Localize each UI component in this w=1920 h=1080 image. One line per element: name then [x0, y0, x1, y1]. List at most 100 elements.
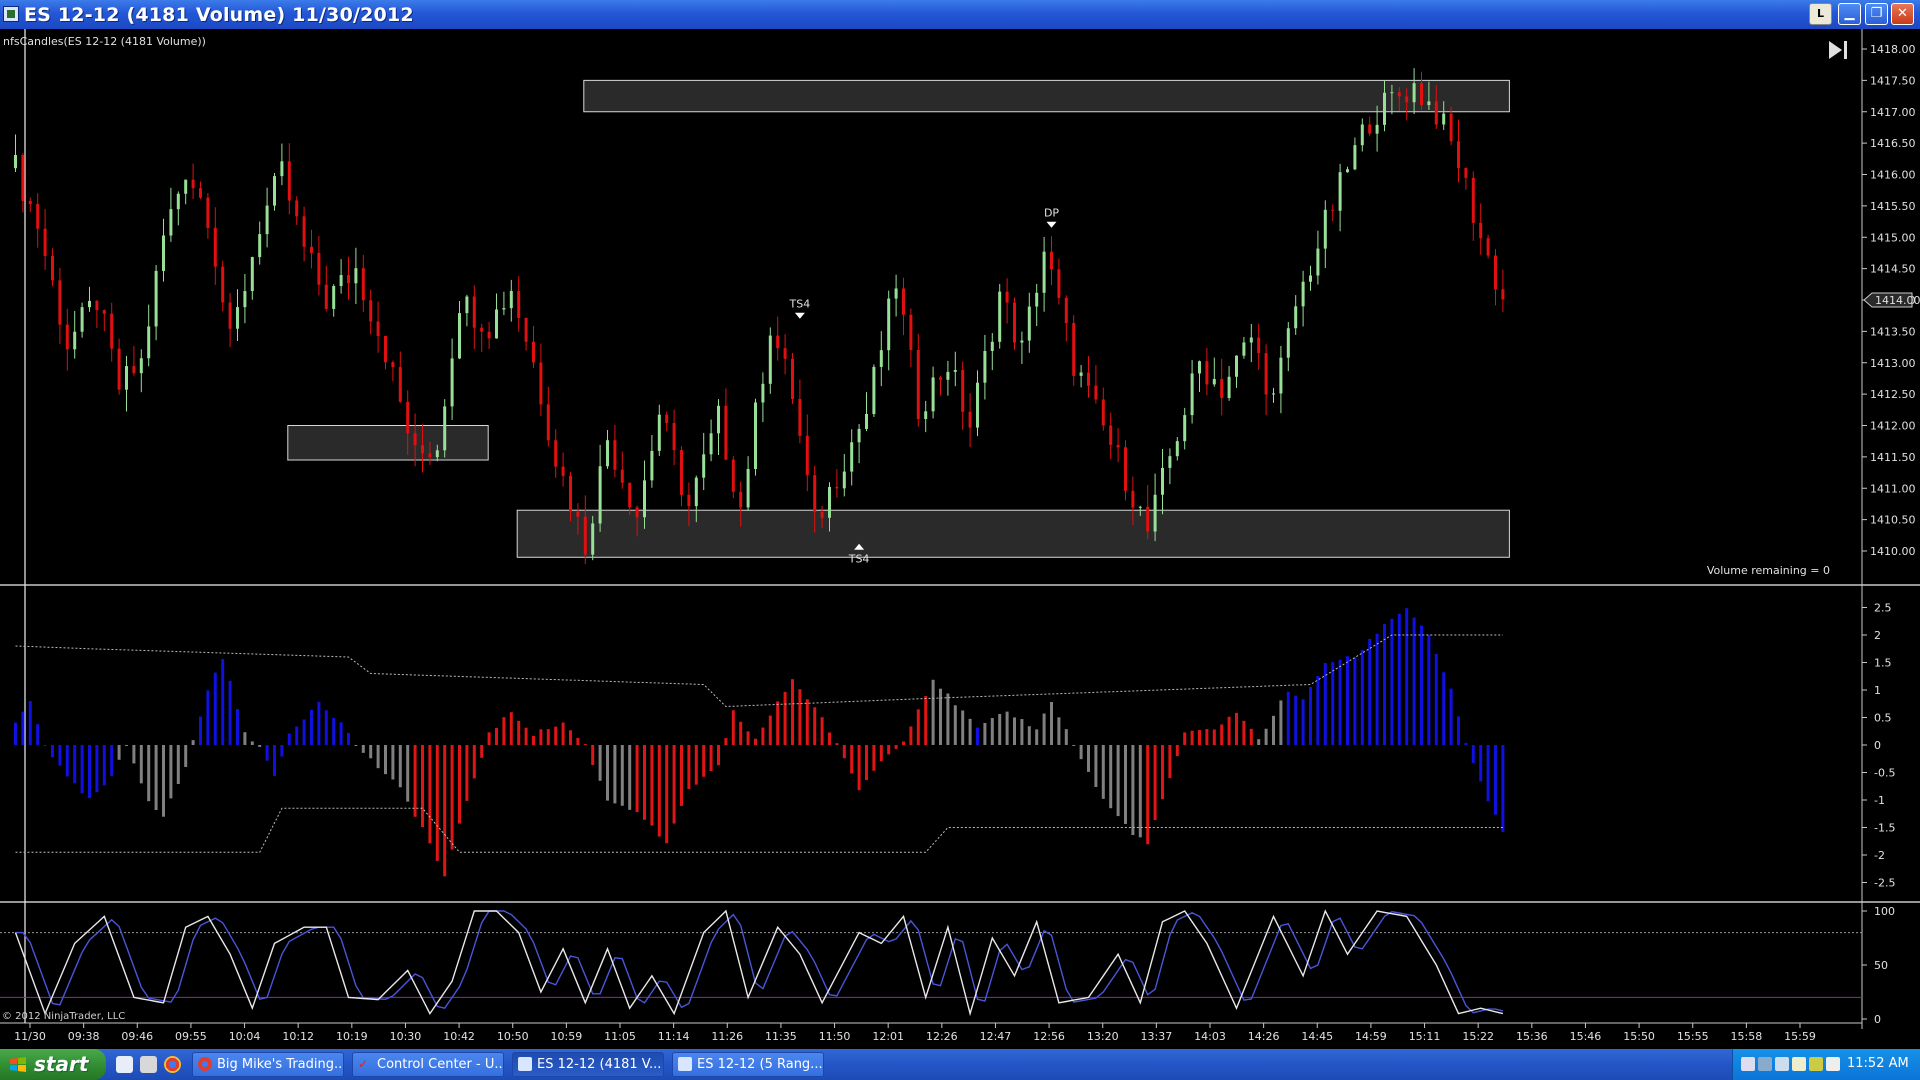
candle-bull: [1286, 328, 1290, 358]
candle-bear: [791, 358, 794, 400]
candle-bull: [998, 291, 1002, 342]
time-tick-label: 14:45: [1301, 1030, 1333, 1043]
histogram-bar: [495, 728, 498, 745]
candle-bull: [1272, 393, 1275, 395]
histogram-bar: [1050, 701, 1053, 745]
volume-remaining-label: Volume remaining = 0: [1707, 564, 1830, 577]
stoch-tick-label: 0: [1874, 1013, 1881, 1026]
histogram-bar: [539, 729, 543, 745]
histogram-bar: [546, 729, 550, 745]
task-control-center[interactable]: ✓ Control Center - U...: [352, 1052, 504, 1077]
candle-bull: [650, 450, 654, 481]
network-icon[interactable]: [1758, 1057, 1772, 1071]
candle-bull: [924, 411, 928, 420]
histogram-bar: [110, 745, 114, 777]
hist-tick-label: -2.5: [1874, 877, 1895, 890]
histogram-bar: [569, 730, 572, 745]
start-button[interactable]: start: [0, 1049, 106, 1080]
candle-bear: [1050, 251, 1053, 270]
candle-bull: [443, 406, 447, 451]
histogram-bar: [1397, 613, 1401, 745]
candle-bear: [539, 362, 543, 405]
histogram-bar: [1072, 745, 1076, 746]
time-tick-label: 13:20: [1087, 1030, 1119, 1043]
candle-bull: [702, 454, 706, 478]
histogram-bar: [65, 745, 69, 777]
link-button[interactable]: L: [1809, 3, 1832, 25]
histogram-bar: [1116, 745, 1120, 817]
histogram-bar: [813, 707, 817, 745]
candle-bear: [569, 475, 572, 512]
histogram-bar: [206, 690, 210, 745]
candle-bear: [102, 310, 106, 314]
candle-bull: [435, 450, 439, 458]
candle-bull: [1027, 306, 1031, 341]
histogram-bar: [1057, 717, 1061, 745]
hist-tick-label: -1.5: [1874, 822, 1895, 835]
candle-bear: [1146, 506, 1150, 532]
candle-bear: [36, 204, 40, 229]
candle-bull: [887, 298, 891, 351]
histogram-bar: [1301, 699, 1305, 745]
candle-bear: [472, 296, 476, 328]
histogram-bar: [317, 701, 321, 745]
stoch-k-line: [14, 909, 1504, 1017]
quick-launch-icon[interactable]: [140, 1056, 157, 1073]
speaker-icon[interactable]: [1792, 1057, 1806, 1071]
candle-bear: [902, 288, 905, 315]
tray-icon[interactable]: [1809, 1057, 1823, 1071]
histogram-bar: [243, 732, 247, 745]
price-tick-label: 1416.00: [1870, 169, 1916, 182]
candle-bear: [1479, 222, 1483, 239]
task-es-4181-volume[interactable]: ES 12-12 (4181 V...: [512, 1052, 664, 1077]
histogram-bar: [554, 726, 558, 745]
tray-icon[interactable]: [1775, 1057, 1789, 1071]
price-tick-label: 1411.00: [1870, 482, 1916, 495]
close-button[interactable]: ✕: [1891, 3, 1914, 25]
candle-bear: [58, 280, 62, 325]
time-tick-label: 15:58: [1731, 1030, 1763, 1043]
stoch-tick-label: 50: [1874, 959, 1888, 972]
candle-bear: [1005, 291, 1009, 303]
candle-bull: [1190, 373, 1194, 416]
task-es-5-range[interactable]: ES 12-12 (5 Rang...: [672, 1052, 824, 1077]
go-to-end-bar: [1844, 41, 1847, 59]
candle-bull: [1279, 357, 1283, 394]
candle-bear: [517, 290, 521, 318]
candle-bull: [258, 234, 262, 258]
chrome-icon[interactable]: [164, 1056, 181, 1073]
minimize-button[interactable]: ▁: [1838, 3, 1861, 25]
histogram-bar: [1434, 654, 1438, 745]
histogram-bar: [857, 745, 861, 791]
histogram-bar: [643, 745, 646, 820]
histogram-bar: [953, 705, 957, 745]
chart-area[interactable]: nfsCandles(ES 12-12 (4181 Volume)) 1418.0…: [0, 29, 1920, 1049]
histogram-bar: [1190, 730, 1194, 745]
candle-bear: [213, 227, 217, 267]
histogram-bar: [88, 745, 91, 799]
price-tick-label: 1417.50: [1870, 74, 1916, 87]
candle-bull: [1153, 494, 1157, 532]
price-tick-label: 1411.50: [1870, 451, 1916, 464]
histogram-bar: [176, 745, 180, 785]
chart-canvas[interactable]: nfsCandles(ES 12-12 (4181 Volume)) 1418.0…: [0, 29, 1920, 1049]
maximize-button[interactable]: ❐: [1865, 3, 1888, 25]
candle-bull: [1212, 378, 1216, 385]
candle-bear: [391, 362, 395, 368]
histogram-bar: [665, 745, 669, 844]
time-tick-label: 10:59: [551, 1030, 583, 1043]
histogram-bar: [783, 691, 787, 745]
histogram-bar: [680, 745, 683, 806]
candle-bull: [80, 307, 84, 332]
show-desktop-icon[interactable]: [116, 1056, 133, 1073]
price-tick-label: 1415.50: [1870, 200, 1916, 213]
candle-bear: [1471, 177, 1475, 223]
task-big-mikes-trading[interactable]: Big Mike's Trading...: [192, 1052, 344, 1077]
tray-icon[interactable]: [1741, 1057, 1755, 1071]
histogram-bar: [1442, 672, 1446, 745]
tray-icon[interactable]: [1826, 1057, 1840, 1071]
hist-tick-label: 0.5: [1874, 712, 1892, 725]
histogram-bar: [1005, 711, 1009, 745]
candle-bull: [1301, 281, 1305, 307]
histogram-bar: [199, 716, 202, 745]
